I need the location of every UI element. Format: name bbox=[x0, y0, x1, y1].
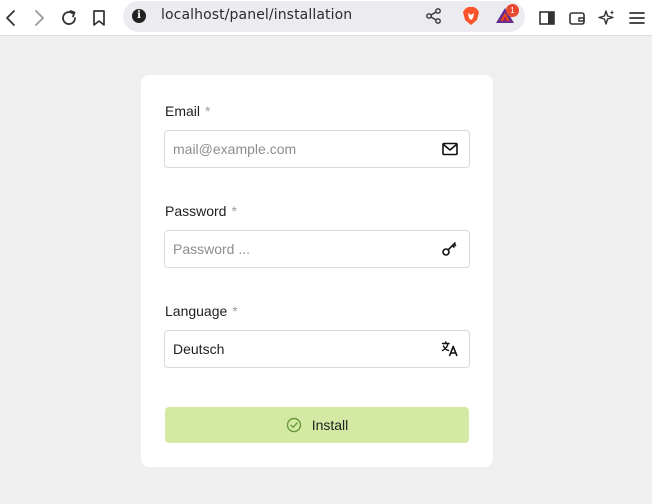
reload-icon bbox=[62, 10, 76, 25]
address-bar[interactable]: i localhost/panel/installation 1 bbox=[123, 1, 525, 32]
bookmark-button[interactable] bbox=[85, 4, 113, 32]
bookmark-icon bbox=[93, 10, 105, 26]
translate-icon bbox=[441, 341, 458, 357]
required-marker: * bbox=[231, 203, 237, 219]
chevron-left-icon bbox=[6, 10, 15, 26]
browser-toolbar: i localhost/panel/installation 1 bbox=[0, 0, 652, 36]
wallet-icon bbox=[569, 12, 585, 25]
notification-badge: 1 bbox=[506, 4, 519, 17]
reload-button[interactable] bbox=[55, 4, 83, 32]
wallet-button[interactable] bbox=[563, 4, 591, 32]
check-circle-icon bbox=[286, 417, 301, 433]
leo-ai-button[interactable] bbox=[593, 4, 621, 32]
install-button[interactable]: Install bbox=[165, 407, 469, 443]
password-label: Password * bbox=[165, 203, 237, 219]
language-select[interactable]: Deutsch bbox=[164, 330, 470, 368]
install-button-label: Install bbox=[311, 417, 349, 433]
installation-card: Email* Password* Language* Deutsch Insta… bbox=[141, 75, 493, 467]
required-marker: * bbox=[232, 303, 238, 319]
password-field[interactable] bbox=[173, 231, 433, 267]
mail-icon bbox=[442, 142, 458, 156]
email-label: Email * bbox=[165, 103, 211, 119]
sidebar-icon bbox=[539, 11, 555, 25]
email-field[interactable] bbox=[173, 131, 433, 167]
email-field-wrapper bbox=[164, 130, 470, 168]
language-value: Deutsch bbox=[173, 341, 225, 357]
sidebar-toggle-button[interactable] bbox=[533, 4, 561, 32]
brave-shields-icon[interactable] bbox=[462, 6, 480, 31]
forward-button[interactable] bbox=[25, 4, 53, 32]
key-icon bbox=[442, 242, 457, 256]
sparkle-icon bbox=[598, 10, 615, 25]
site-info-icon[interactable]: i bbox=[132, 9, 146, 23]
password-field-wrapper bbox=[164, 230, 470, 268]
language-label: Language * bbox=[165, 303, 238, 319]
required-marker: * bbox=[205, 103, 211, 119]
hamburger-menu-icon bbox=[629, 12, 645, 24]
share-icon[interactable] bbox=[425, 7, 443, 30]
menu-button[interactable] bbox=[623, 4, 651, 32]
back-button[interactable] bbox=[0, 4, 25, 32]
url-text[interactable]: localhost/panel/installation bbox=[161, 7, 352, 23]
chevron-right-icon bbox=[35, 10, 44, 26]
